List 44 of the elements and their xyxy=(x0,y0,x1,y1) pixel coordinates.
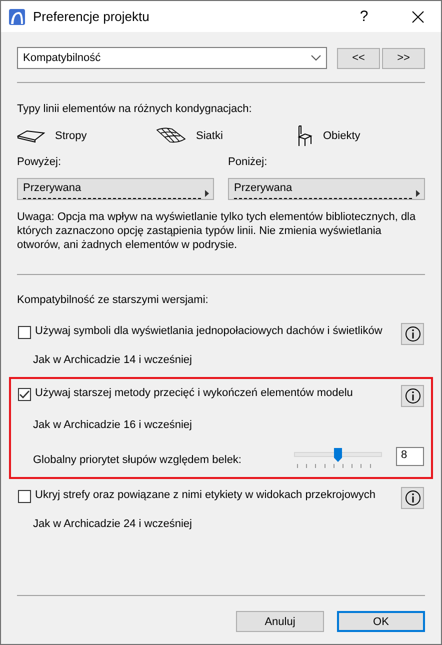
picker-label: Powyżej: xyxy=(17,155,62,169)
element-type-label: Siatki xyxy=(196,129,223,143)
chevron-down-icon xyxy=(311,55,321,61)
note-text: Uwaga: Opcja ma wpływ na wyświetlanie tylko tych elementów bibliotecznych, dla których zaznaczono opcję zastąpienia typów linii. Nie zmienia wyświetlania otworów, ani żadnych elementów w podrysie. xyxy=(17,210,417,252)
line-type-picker[interactable]: Przerywana xyxy=(228,178,425,200)
triangle-right-icon xyxy=(416,190,420,197)
line-type-picker[interactable]: Przerywana xyxy=(17,178,214,200)
option-label: Używaj symboli dla wyświetlania jednopołaciowych dachów i świetlików xyxy=(35,324,384,338)
section-heading: Kompatybilność ze starszymi wersjami: xyxy=(17,293,210,307)
checkbox[interactable] xyxy=(18,388,31,401)
priority-value-field[interactable]: 8 xyxy=(396,446,424,466)
window-title: Preferencje projektu xyxy=(33,9,150,24)
priority-slider[interactable] xyxy=(293,447,383,469)
version-note: Jak w Archicadzie 24 i wcześniej xyxy=(33,517,193,531)
info-icon xyxy=(404,326,420,342)
ok-button[interactable]: OK xyxy=(337,611,425,632)
slider-thumb[interactable] xyxy=(334,448,342,462)
help-button[interactable]: ? xyxy=(341,1,387,32)
chair-icon xyxy=(295,125,313,147)
info-button[interactable] xyxy=(401,487,424,509)
element-type-label: Obiekty xyxy=(323,129,360,143)
info-button[interactable] xyxy=(401,323,424,345)
element-type-label: Stropy xyxy=(55,129,87,143)
slab-icon xyxy=(17,129,45,143)
app-logo-icon xyxy=(9,8,25,24)
info-icon xyxy=(404,388,420,404)
info-button[interactable] xyxy=(401,385,424,407)
option-label: Ukryj strefy oraz powiązane z nimi etykiety w widokach przekrojowych xyxy=(35,488,377,502)
triangle-right-icon xyxy=(205,190,209,197)
version-note: Jak w Archicadzie 16 i wcześniej xyxy=(33,418,193,432)
mesh-icon xyxy=(156,127,186,145)
cancel-button[interactable]: Anuluj xyxy=(236,611,324,632)
picker-label: Poniżej: xyxy=(228,155,268,169)
section-heading: Typy linii elementów na różnych kondygnacjach: xyxy=(17,102,253,116)
checkbox[interactable] xyxy=(18,326,31,339)
previous-button[interactable]: << xyxy=(337,48,380,68)
option-label: Używaj starszej metody przecięć i wykończeń elementów modelu xyxy=(35,386,354,400)
checkbox[interactable] xyxy=(18,490,31,503)
slider-label: Globalny priorytet słupów względem belek: xyxy=(33,453,242,467)
info-icon xyxy=(404,490,420,506)
version-note: Jak w Archicadzie 14 i wcześniej xyxy=(33,353,193,367)
close-icon xyxy=(412,10,424,22)
next-button[interactable]: >> xyxy=(382,48,425,68)
category-dropdown[interactable]: Kompatybilność xyxy=(17,47,327,69)
